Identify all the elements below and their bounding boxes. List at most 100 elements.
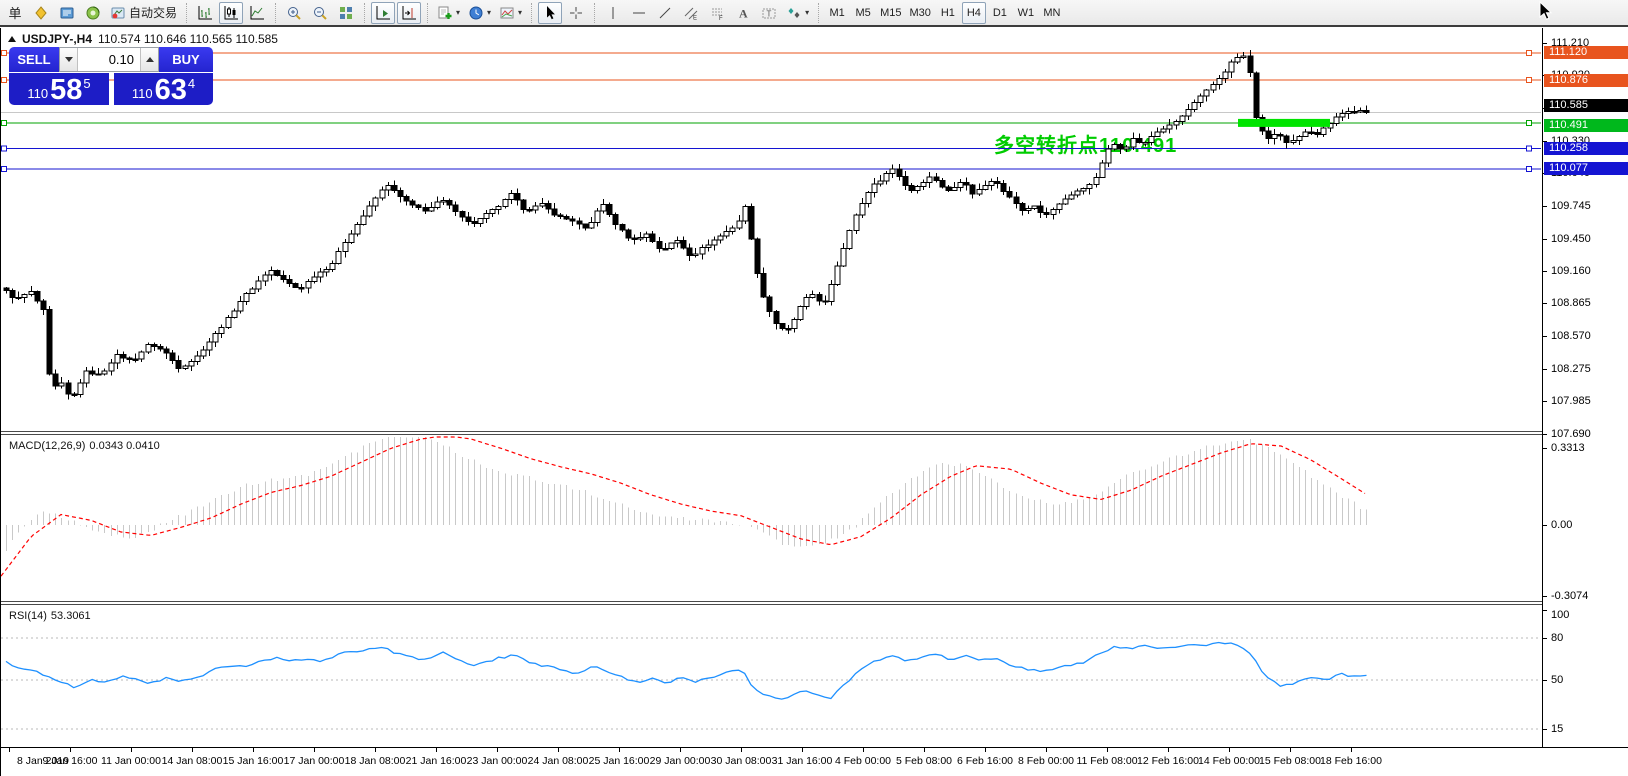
tf-d1[interactable]: D1 xyxy=(988,2,1012,24)
terminal-icon xyxy=(59,5,75,21)
x-axis-tick xyxy=(1351,748,1352,752)
rsi-line xyxy=(6,643,1367,700)
arrows-icon xyxy=(786,5,802,21)
line-handle[interactable] xyxy=(2,166,7,171)
macd-label: MACD(12,26,9)0.0343 0.0410 xyxy=(9,440,164,452)
line-chart-icon[interactable] xyxy=(245,2,269,24)
trendline-icon[interactable] xyxy=(653,2,677,24)
pane-separator[interactable] xyxy=(1,601,1542,605)
rsi-axis-tick-label: 80 xyxy=(1551,632,1563,644)
buy-price-display[interactable]: 110634 xyxy=(114,73,213,105)
triangle-down-icon xyxy=(65,57,73,62)
tf-w1[interactable]: W1 xyxy=(1014,2,1038,24)
tf-h1[interactable]: H1 xyxy=(936,2,960,24)
arrows-caret-icon[interactable]: ▾ xyxy=(805,8,809,17)
text-icon[interactable]: A xyxy=(731,2,755,24)
line-handle[interactable] xyxy=(2,146,7,151)
tf-m5[interactable]: M5 xyxy=(851,2,875,24)
sell-button[interactable]: SELL xyxy=(9,47,59,72)
line-handle[interactable] xyxy=(1527,120,1532,125)
tf-m1[interactable]: M1 xyxy=(825,2,849,24)
line-handle[interactable] xyxy=(2,51,7,56)
tf-m15[interactable]: M15 xyxy=(877,2,904,24)
x-axis-tick xyxy=(9,748,10,752)
x-axis-tick xyxy=(253,748,254,752)
line-handle[interactable] xyxy=(1527,78,1532,83)
one-click-trade-panel: SELL BUY 110585 110634 xyxy=(9,47,213,105)
volume-decrease-button[interactable] xyxy=(60,48,77,71)
autotrading-button[interactable]: 自动交易 xyxy=(107,2,180,24)
crosshair-icon[interactable] xyxy=(564,2,588,24)
terminal-icon[interactable] xyxy=(55,2,79,24)
toolbar: 单 自动交易 ▾ ▾ ▾ EFAT ▾ M1M5M15M30H1H4D1W1MN xyxy=(0,0,1628,27)
new-order-button[interactable]: 单 xyxy=(3,2,27,24)
bar-chart-icon[interactable] xyxy=(193,2,217,24)
pane-separator[interactable] xyxy=(1,431,1542,435)
chart-window: 多空转折点110.491 USDJPY-,H4 110.574 110.646 … xyxy=(0,28,1628,776)
periods-icon[interactable]: ▾ xyxy=(465,2,494,24)
templates-icon[interactable]: ▾ xyxy=(496,2,525,24)
price-level-label-110.585: 110.585 xyxy=(1544,99,1628,112)
arrows-icon[interactable]: ▾ xyxy=(783,2,812,24)
channel-icon[interactable]: E xyxy=(679,2,703,24)
crosshair-icon xyxy=(568,5,584,21)
auto-scroll-icon[interactable] xyxy=(371,2,395,24)
periods-caret-icon[interactable]: ▾ xyxy=(487,8,491,17)
y-axis-tick xyxy=(1543,271,1547,272)
navigator-icon[interactable] xyxy=(81,2,105,24)
time-axis[interactable]: 8 Jan 20199 Jan 16:0011 Jan 00:0014 Jan … xyxy=(1,747,1628,776)
y-axis-tick xyxy=(1543,43,1547,44)
zoom-in-icon[interactable] xyxy=(282,2,306,24)
mouse-cursor-icon xyxy=(1537,1,1555,23)
fibonacci-icon[interactable]: F xyxy=(705,2,729,24)
line-handle[interactable] xyxy=(1527,146,1532,151)
x-axis-tick xyxy=(741,748,742,752)
vertical-line-icon xyxy=(605,5,621,21)
x-axis-tick xyxy=(497,748,498,752)
tf-m30[interactable]: M30 xyxy=(906,2,933,24)
cursor-icon[interactable] xyxy=(538,2,562,24)
macd-pane[interactable]: MACD(12,26,9)0.0343 0.0410 xyxy=(1,435,1542,601)
buy-button[interactable]: BUY xyxy=(159,47,213,72)
volume-input[interactable] xyxy=(77,48,141,71)
indicators-caret-icon[interactable]: ▾ xyxy=(456,8,460,17)
label-icon[interactable]: T xyxy=(757,2,781,24)
zoom-in-icon xyxy=(286,5,302,21)
volume-increase-button[interactable] xyxy=(141,48,158,71)
symbol-period-label: USDJPY-,H4 xyxy=(22,32,92,46)
tf-mn[interactable]: MN xyxy=(1040,2,1064,24)
vertical-line-icon[interactable] xyxy=(601,2,625,24)
collapse-chart-icon[interactable] xyxy=(8,36,16,42)
y-axis-tick xyxy=(1543,336,1547,337)
x-axis-tick xyxy=(1290,748,1291,752)
indicators-icon xyxy=(437,5,453,21)
sell-price-display[interactable]: 110585 xyxy=(9,73,109,105)
price-axis[interactable]: 111.210110.920110.625110.330110.040109.7… xyxy=(1542,28,1628,747)
candlestick-icon[interactable] xyxy=(219,2,243,24)
line-handle[interactable] xyxy=(2,78,7,83)
rsi-pane[interactable]: RSI(14)53.3061 xyxy=(1,605,1542,747)
line-handle[interactable] xyxy=(1527,166,1532,171)
zoom-out-icon[interactable] xyxy=(308,2,332,24)
metaeditor-icon[interactable] xyxy=(29,2,53,24)
tile-windows-icon[interactable] xyxy=(334,2,358,24)
line-handle[interactable] xyxy=(1527,51,1532,56)
bar-chart-icon xyxy=(197,5,213,21)
x-axis-tick xyxy=(1168,748,1169,752)
chart-shift-icon xyxy=(401,5,417,21)
toolbar-separator xyxy=(818,3,819,23)
label-icon: T xyxy=(761,5,777,21)
chart-shift-icon[interactable] xyxy=(397,2,421,24)
price-level-label-110.077: 110.077 xyxy=(1544,162,1628,175)
pivot-highlight-segment[interactable] xyxy=(1238,119,1330,127)
x-axis-tick xyxy=(863,748,864,752)
candlestick-chart[interactable] xyxy=(1,28,1542,431)
indicators-icon[interactable]: ▾ xyxy=(434,2,463,24)
horizontal-line-icon[interactable] xyxy=(627,2,651,24)
line-handle[interactable] xyxy=(2,120,7,125)
y-axis-tick-label: 109.745 xyxy=(1551,200,1591,212)
tf-h4[interactable]: H4 xyxy=(962,2,986,24)
macd-axis-tick xyxy=(1543,596,1547,597)
templates-caret-icon[interactable]: ▾ xyxy=(518,8,522,17)
main-chart-pane[interactable]: 多空转折点110.491 USDJPY-,H4 110.574 110.646 … xyxy=(1,28,1542,431)
